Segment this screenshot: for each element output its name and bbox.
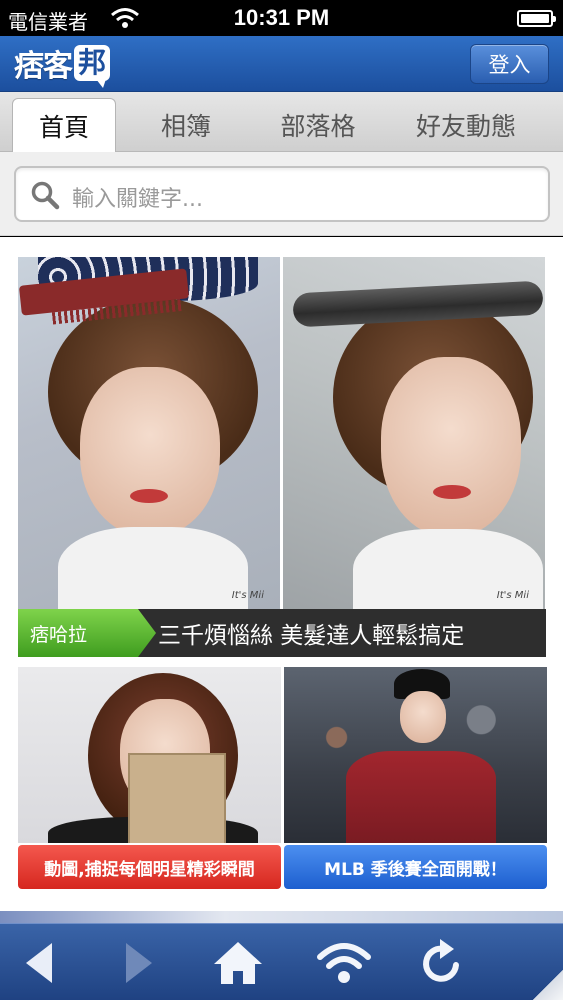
hero-caption-bar: 痞哈拉 三千煩惱絲 美髮達人輕鬆搞定 [18,609,546,657]
search-area: 輸入關鍵字... [0,152,563,236]
hero-category-tag[interactable]: 痞哈拉 [18,609,156,657]
logo-text: 痞客 [14,49,73,84]
tab-bar: 首頁 相簿 部落格 好友動態 [0,92,563,152]
hero-title[interactable]: 三千煩惱絲 美髮達人輕鬆搞定 [158,609,464,657]
next-article-peek [0,911,563,923]
card-image [284,667,547,843]
login-button[interactable]: 登入 [470,44,549,84]
hero-watermark-right: It's Mii [496,590,529,601]
back-button[interactable] [2,924,82,1000]
tab-home[interactable]: 首頁 [12,98,116,152]
tab-blog[interactable]: 部落格 [262,98,374,152]
tab-albums[interactable]: 相簿 [138,98,234,152]
forward-button[interactable] [96,924,176,1000]
card-image [18,667,281,843]
article-card-celebrity[interactable]: 動圖,捕捉每個明星精彩瞬間 [18,667,281,891]
search-input[interactable]: 輸入關鍵字... [14,166,550,222]
article-card-mlb[interactable]: MLB 季後賽全面開戰！ [284,667,547,891]
reload-icon [423,938,459,982]
tab-friend-activity[interactable]: 好友動態 [400,98,532,152]
card-book-prop [128,753,226,843]
logo-bubble: 邦 [74,45,110,88]
status-bar: 電信業者 10:31 PM [0,0,563,36]
back-icon [26,942,52,983]
home-icon [214,941,262,984]
featured-article[interactable]: It's Mii It's Mii 痞哈拉 三千煩惱絲 美髮達人輕鬆搞定 [18,257,546,657]
search-placeholder: 輸入關鍵字... [72,187,203,212]
search-icon [31,181,60,210]
wifi-icon [317,942,371,983]
card-caption: 動圖,捕捉每個明星精彩瞬間 [18,845,281,889]
baseball-jersey [346,751,496,843]
page-curl-corner[interactable] [533,970,563,1000]
hero-watermark: It's Mii [231,590,264,601]
card-caption: MLB 季後賽全面開戰！ [284,845,547,889]
app-header: 痞客 邦 登入 [0,36,563,92]
hero-photo-right: It's Mii [283,257,545,609]
hero-photo-left: It's Mii [18,257,280,609]
forward-icon [126,942,152,983]
app-logo[interactable]: 痞客 邦 [14,42,110,88]
battery-icon [517,10,556,27]
browser-toolbar [0,923,563,1000]
wifi-button[interactable] [304,924,384,1000]
status-time: 10:31 PM [233,5,330,30]
home-button[interactable] [198,924,278,1000]
main-content: It's Mii It's Mii 痞哈拉 三千煩惱絲 美髮達人輕鬆搞定 動圖,… [0,237,563,923]
reload-button[interactable] [402,924,482,1000]
